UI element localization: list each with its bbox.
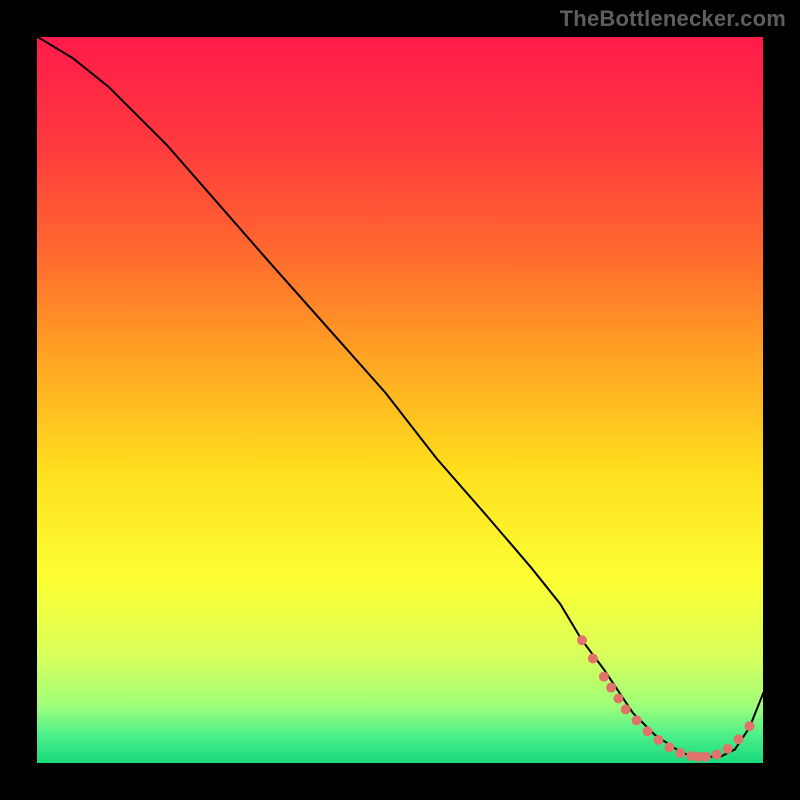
marker-dot: [664, 742, 674, 752]
app-root: TheBottlenecker.com: [0, 0, 800, 800]
marker-dot: [643, 726, 653, 736]
marker-dot: [712, 750, 722, 760]
chart-svg: [36, 36, 764, 764]
marker-dot: [734, 734, 744, 744]
marker-dot: [621, 704, 631, 714]
marker-dot: [701, 752, 711, 762]
marker-dot: [744, 721, 754, 731]
marker-dot: [588, 653, 598, 663]
marker-dot: [577, 635, 587, 645]
marker-dot: [653, 735, 663, 745]
marker-dot: [613, 693, 623, 703]
chart-background: [36, 36, 764, 764]
marker-dot: [606, 683, 616, 693]
plot-frame: [36, 36, 764, 764]
marker-dot: [723, 744, 733, 754]
marker-dot: [599, 672, 609, 682]
marker-dot: [632, 715, 642, 725]
marker-dot: [675, 748, 685, 758]
watermark-label: TheBottlenecker.com: [560, 6, 786, 32]
